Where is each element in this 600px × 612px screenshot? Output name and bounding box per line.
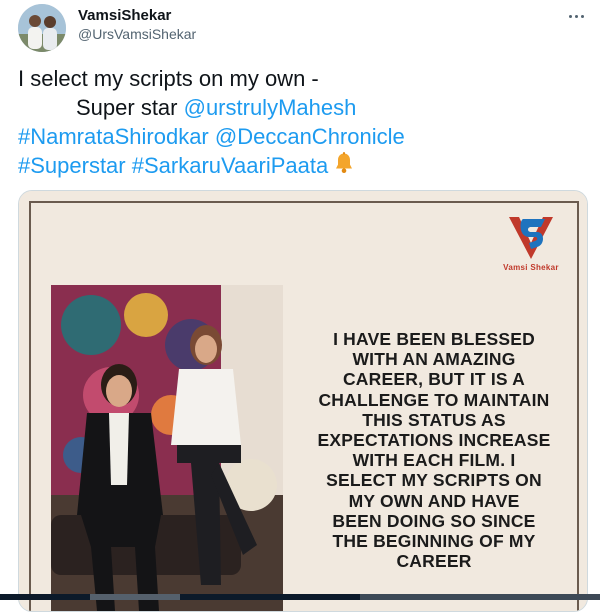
tweet-line-1: I select my scripts on my own - (18, 66, 319, 91)
tweet-line-3: #NamrataShirodkar @DeccanChronicle (18, 122, 588, 151)
tweet-text: I select my scripts on my own - Super st… (18, 64, 588, 182)
more-horizontal-icon (568, 14, 572, 18)
avatar[interactable] (18, 4, 66, 52)
quote-line: CAREER (396, 551, 472, 572)
logo-caption: Vamsi Shekar (503, 263, 559, 272)
quote-line: THE BEGINNING OF MY (332, 531, 536, 552)
tweet-line-2: Super star @urstrulyMahesh (18, 93, 588, 122)
mention-link[interactable]: @DeccanChronicle (215, 124, 405, 149)
quote-line: EXPECTATIONS INCREASE (317, 430, 551, 451)
avatar-image (18, 4, 66, 52)
quote-line: I HAVE BEEN BLESSED (333, 329, 535, 349)
hashtag-link[interactable]: #Superstar (18, 153, 126, 178)
user-info: VamsiShekar @UrsVamsiShekar (78, 6, 196, 44)
quote-line: WITH EACH FILM. I (352, 450, 516, 471)
mention-link[interactable]: @urstrulyMahesh (184, 95, 357, 120)
bell-emoji-icon (332, 151, 356, 182)
hashtag-link[interactable]: #NamrataShirodkar (18, 124, 209, 149)
bottom-divider (0, 594, 600, 600)
vamsi-shekar-logo: Vamsi Shekar (501, 213, 561, 277)
tweet-media-image[interactable]: Vamsi Shekar I HAVE BEEN BLESSED WITH AN… (18, 190, 588, 612)
tweet-line-4: #Superstar #SarkaruVaariPaata (18, 151, 588, 182)
tweet[interactable]: VamsiShekar @UrsVamsiShekar I select my … (0, 0, 600, 612)
quote-line: SELECT MY SCRIPTS ON (326, 470, 542, 491)
quote-line: CAREER, BUT IT IS A (342, 369, 526, 390)
display-name[interactable]: VamsiShekar (78, 6, 196, 25)
more-options-button[interactable] (566, 8, 586, 24)
poster-quote: I HAVE BEEN BLESSED WITH AN AMAZING CARE… (289, 329, 579, 571)
hashtag-link[interactable]: #SarkaruVaariPaata (132, 153, 329, 178)
quote-poster: Vamsi Shekar I HAVE BEEN BLESSED WITH AN… (19, 191, 587, 611)
quote-line: CHALLENGE TO MAINTAIN (318, 389, 550, 410)
quote-line: MY OWN AND HAVE (348, 490, 520, 511)
tweet-line-2-text: Super star (76, 95, 184, 120)
quote-line: BEEN DOING SO SINCE (332, 510, 536, 531)
couple-photo-image (51, 285, 283, 611)
couple-photo (51, 285, 283, 611)
logo-mark-icon (509, 217, 553, 259)
quote-line: THIS STATUS AS (362, 409, 506, 430)
quote-line: WITH AN AMAZING (352, 349, 516, 370)
user-handle[interactable]: @UrsVamsiShekar (78, 25, 196, 44)
